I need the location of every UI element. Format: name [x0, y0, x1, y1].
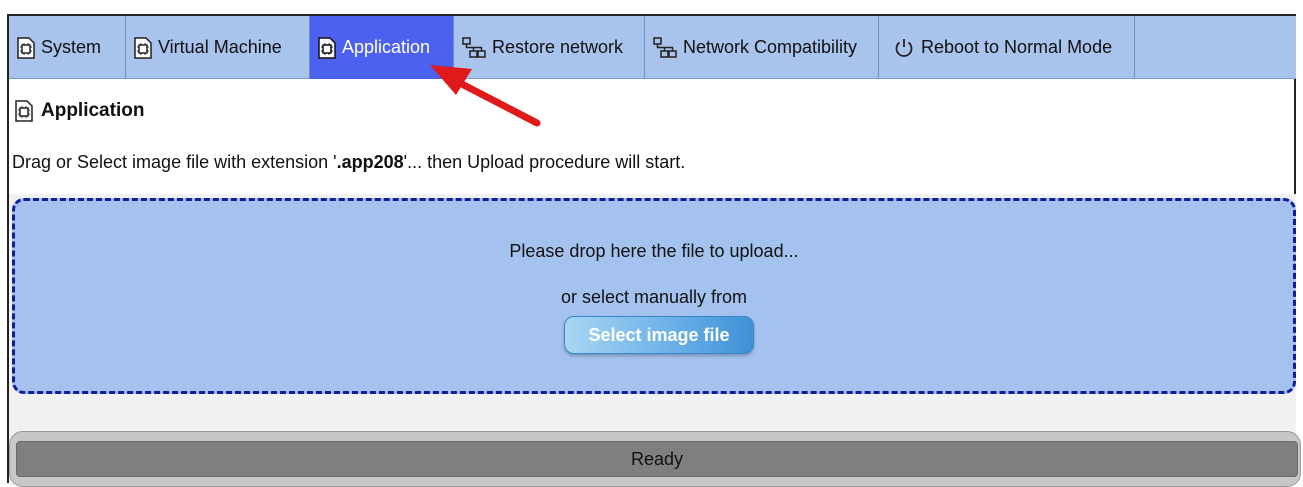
status-bar: Ready: [16, 441, 1298, 477]
tab-virtual-machine[interactable]: Virtual Machine: [126, 16, 310, 79]
status-panel: Ready: [9, 431, 1301, 487]
drop-instruction: Please drop here the file to upload...: [509, 241, 799, 261]
tab-label: Application: [342, 37, 431, 57]
section-title: Application: [41, 100, 145, 121]
section-heading: Application: [15, 100, 144, 122]
instructions-prefix: Drag or Select image file with extension…: [12, 152, 337, 172]
file-dropzone[interactable]: Please drop here the file to upload... o…: [12, 198, 1296, 394]
tab-network-compatibility[interactable]: Network Compatibility: [645, 16, 879, 79]
chip-document-icon: [318, 36, 336, 59]
status-text: Ready: [630, 448, 684, 469]
tab-reboot-normal-mode[interactable]: Reboot to Normal Mode: [879, 16, 1135, 79]
power-icon: [895, 38, 913, 57]
tab-label: Reboot to Normal Mode: [921, 37, 1113, 57]
network-icon: [653, 36, 677, 58]
chip-document-icon: [134, 36, 152, 59]
tab-bar: System Virtual Machine Application Resto…: [9, 16, 1296, 79]
tab-bar-filler: [1135, 16, 1296, 78]
app-window: System Virtual Machine Application Resto…: [7, 14, 1301, 487]
tab-restore-network[interactable]: Restore network: [454, 16, 645, 79]
select-image-file-button[interactable]: Select image file: [564, 316, 754, 354]
chip-document-icon: [15, 100, 33, 122]
instructions-suffix: '... then Upload procedure will start.: [403, 152, 686, 172]
tab-label: System: [41, 37, 102, 57]
tab-label: Restore network: [492, 37, 624, 57]
tab-application[interactable]: Application: [310, 16, 454, 79]
tab-label: Virtual Machine: [158, 37, 282, 57]
select-instruction: or select manually from: [560, 287, 748, 307]
instructions-text: Drag or Select image file with extension…: [12, 152, 685, 173]
tab-label: Network Compatibility: [683, 37, 858, 57]
network-icon: [462, 36, 486, 58]
file-extension: .app208: [336, 152, 404, 172]
tab-system[interactable]: System: [9, 16, 126, 79]
chip-document-icon: [17, 36, 35, 59]
